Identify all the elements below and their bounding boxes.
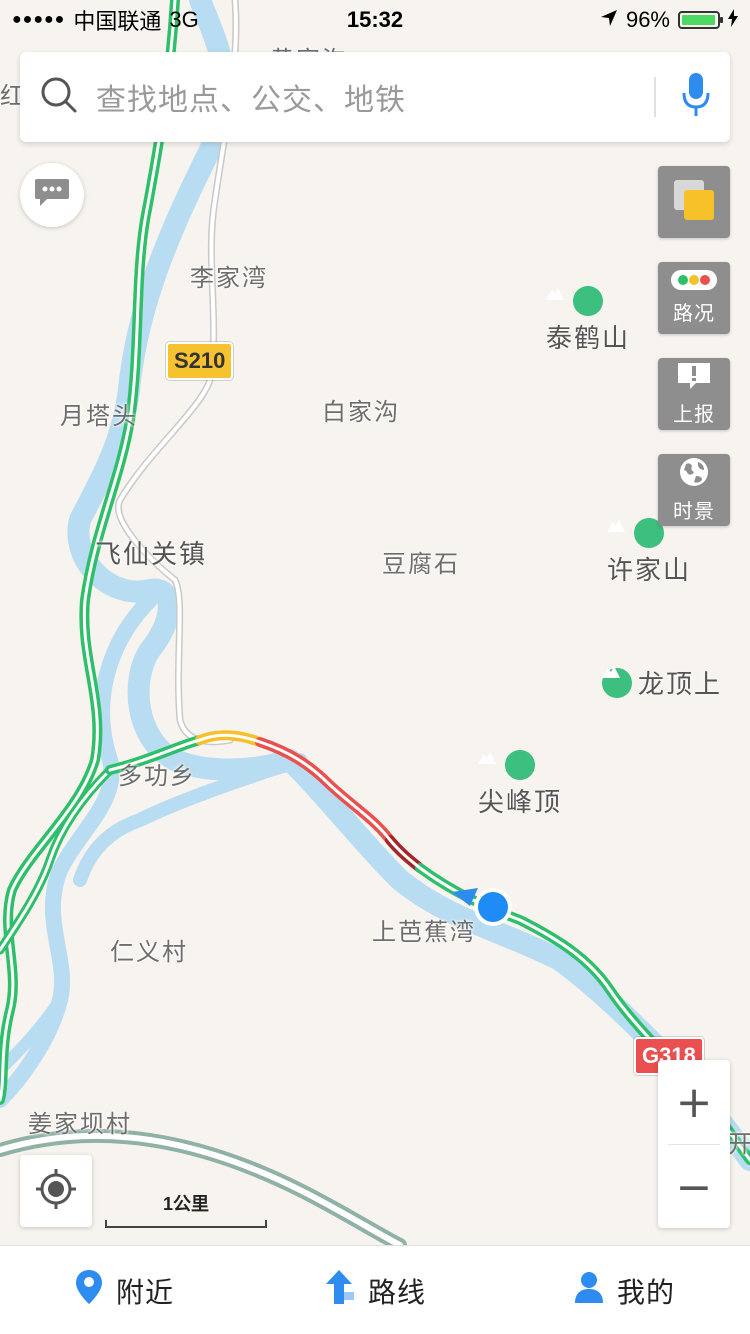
place-label: 上芭蕉湾 bbox=[372, 918, 476, 946]
road-shield-s210: S210 bbox=[166, 342, 234, 380]
tab-label: 我的 bbox=[616, 1275, 675, 1309]
place-label: 李家湾 bbox=[190, 264, 268, 292]
poi-mountain[interactable]: 尖峰顶 bbox=[478, 750, 562, 819]
poi-mountain[interactable]: 龙顶上 bbox=[602, 664, 722, 701]
place-label: 姜家坝村 bbox=[28, 1110, 132, 1138]
location-arrow-icon bbox=[600, 7, 618, 33]
tab-mine[interactable]: 我的 bbox=[500, 1246, 750, 1334]
layers-icon bbox=[672, 178, 716, 227]
crosshair-icon bbox=[34, 1167, 78, 1215]
traffic-label: 路况 bbox=[673, 301, 715, 325]
location-pin-icon bbox=[75, 1270, 102, 1311]
search-icon bbox=[40, 76, 78, 118]
app-screen: 黄家沟 李家湾 月塔头 白家沟 飞仙关镇 豆腐石 多功乡 上芭蕉湾 仁义村 姜家… bbox=[0, 0, 750, 1334]
search-bar[interactable]: 查找地点、公交、地铁 bbox=[20, 52, 730, 142]
place-label: 豆腐石 bbox=[382, 550, 460, 578]
message-button[interactable] bbox=[20, 163, 84, 227]
report-button[interactable]: 上报 bbox=[658, 358, 730, 430]
zoom-in-button[interactable]: + bbox=[658, 1060, 730, 1144]
place-label: 仁义村 bbox=[110, 938, 188, 966]
poi-label: 尖峰顶 bbox=[478, 788, 563, 818]
user-icon bbox=[574, 1271, 603, 1310]
carrier-name: 中国联通 bbox=[73, 9, 162, 34]
town-label: 飞仙关镇 bbox=[95, 540, 208, 570]
place-label: 月塔头 bbox=[60, 402, 138, 430]
poi-label: 泰鹤山 bbox=[546, 324, 631, 354]
mountain-icon bbox=[478, 750, 535, 780]
charging-icon bbox=[728, 7, 738, 33]
battery-fill bbox=[682, 15, 715, 25]
globe-icon bbox=[678, 456, 710, 493]
scale-label: 1公里 bbox=[162, 1194, 209, 1214]
scale-bar bbox=[105, 1220, 267, 1228]
route-arrow-icon bbox=[324, 1270, 354, 1311]
realtime-label: 时景 bbox=[673, 499, 715, 523]
poi-label: 龙顶上 bbox=[638, 670, 723, 700]
tab-nearby[interactable]: 附近 bbox=[0, 1246, 250, 1334]
mountain-icon bbox=[546, 286, 603, 316]
search-input[interactable]: 查找地点、公交、地铁 bbox=[96, 75, 654, 119]
report-icon bbox=[676, 361, 712, 396]
traffic-button[interactable]: 路况 bbox=[658, 262, 730, 334]
place-label: 多功乡 bbox=[118, 762, 196, 790]
map-scale: 1公里 bbox=[105, 1190, 267, 1228]
poi-label: 许家山 bbox=[607, 556, 692, 586]
battery-percent: 96% bbox=[625, 7, 670, 32]
poi-mountain[interactable]: 泰鹤山 bbox=[546, 286, 630, 355]
traffic-light-icon bbox=[671, 270, 717, 295]
report-label: 上报 bbox=[673, 402, 715, 426]
divider bbox=[654, 77, 656, 117]
bottom-tab-bar: 附近 路线 我的 bbox=[0, 1245, 750, 1334]
tab-route[interactable]: 路线 bbox=[250, 1246, 500, 1334]
poi-mountain[interactable]: 许家山 bbox=[607, 518, 691, 587]
layers-button[interactable] bbox=[658, 166, 730, 238]
mountain-icon bbox=[602, 666, 632, 698]
place-label: 开 bbox=[728, 1130, 750, 1158]
zoom-control: + − bbox=[658, 1060, 730, 1228]
map-canvas[interactable]: 黄家沟 李家湾 月塔头 白家沟 飞仙关镇 豆腐石 多功乡 上芭蕉湾 仁义村 姜家… bbox=[0, 0, 750, 1245]
tab-label: 路线 bbox=[367, 1275, 426, 1309]
realtime-view-button[interactable]: 时景 bbox=[658, 454, 730, 526]
microphone-icon[interactable] bbox=[682, 73, 710, 121]
status-bar: ●●●●● 中国联通 3G 15:32 96% bbox=[0, 0, 750, 40]
network-type: 3G bbox=[169, 7, 199, 32]
river-branch-1 bbox=[0, 592, 158, 1108]
zoom-out-button[interactable]: − bbox=[658, 1145, 730, 1229]
battery-icon bbox=[678, 11, 723, 29]
place-label: 白家沟 bbox=[322, 398, 400, 426]
locate-me-button[interactable] bbox=[20, 1155, 92, 1227]
signal-strength: ●●●●● bbox=[12, 11, 66, 28]
chat-bubble-icon bbox=[33, 177, 71, 213]
tab-label: 附近 bbox=[115, 1275, 174, 1309]
